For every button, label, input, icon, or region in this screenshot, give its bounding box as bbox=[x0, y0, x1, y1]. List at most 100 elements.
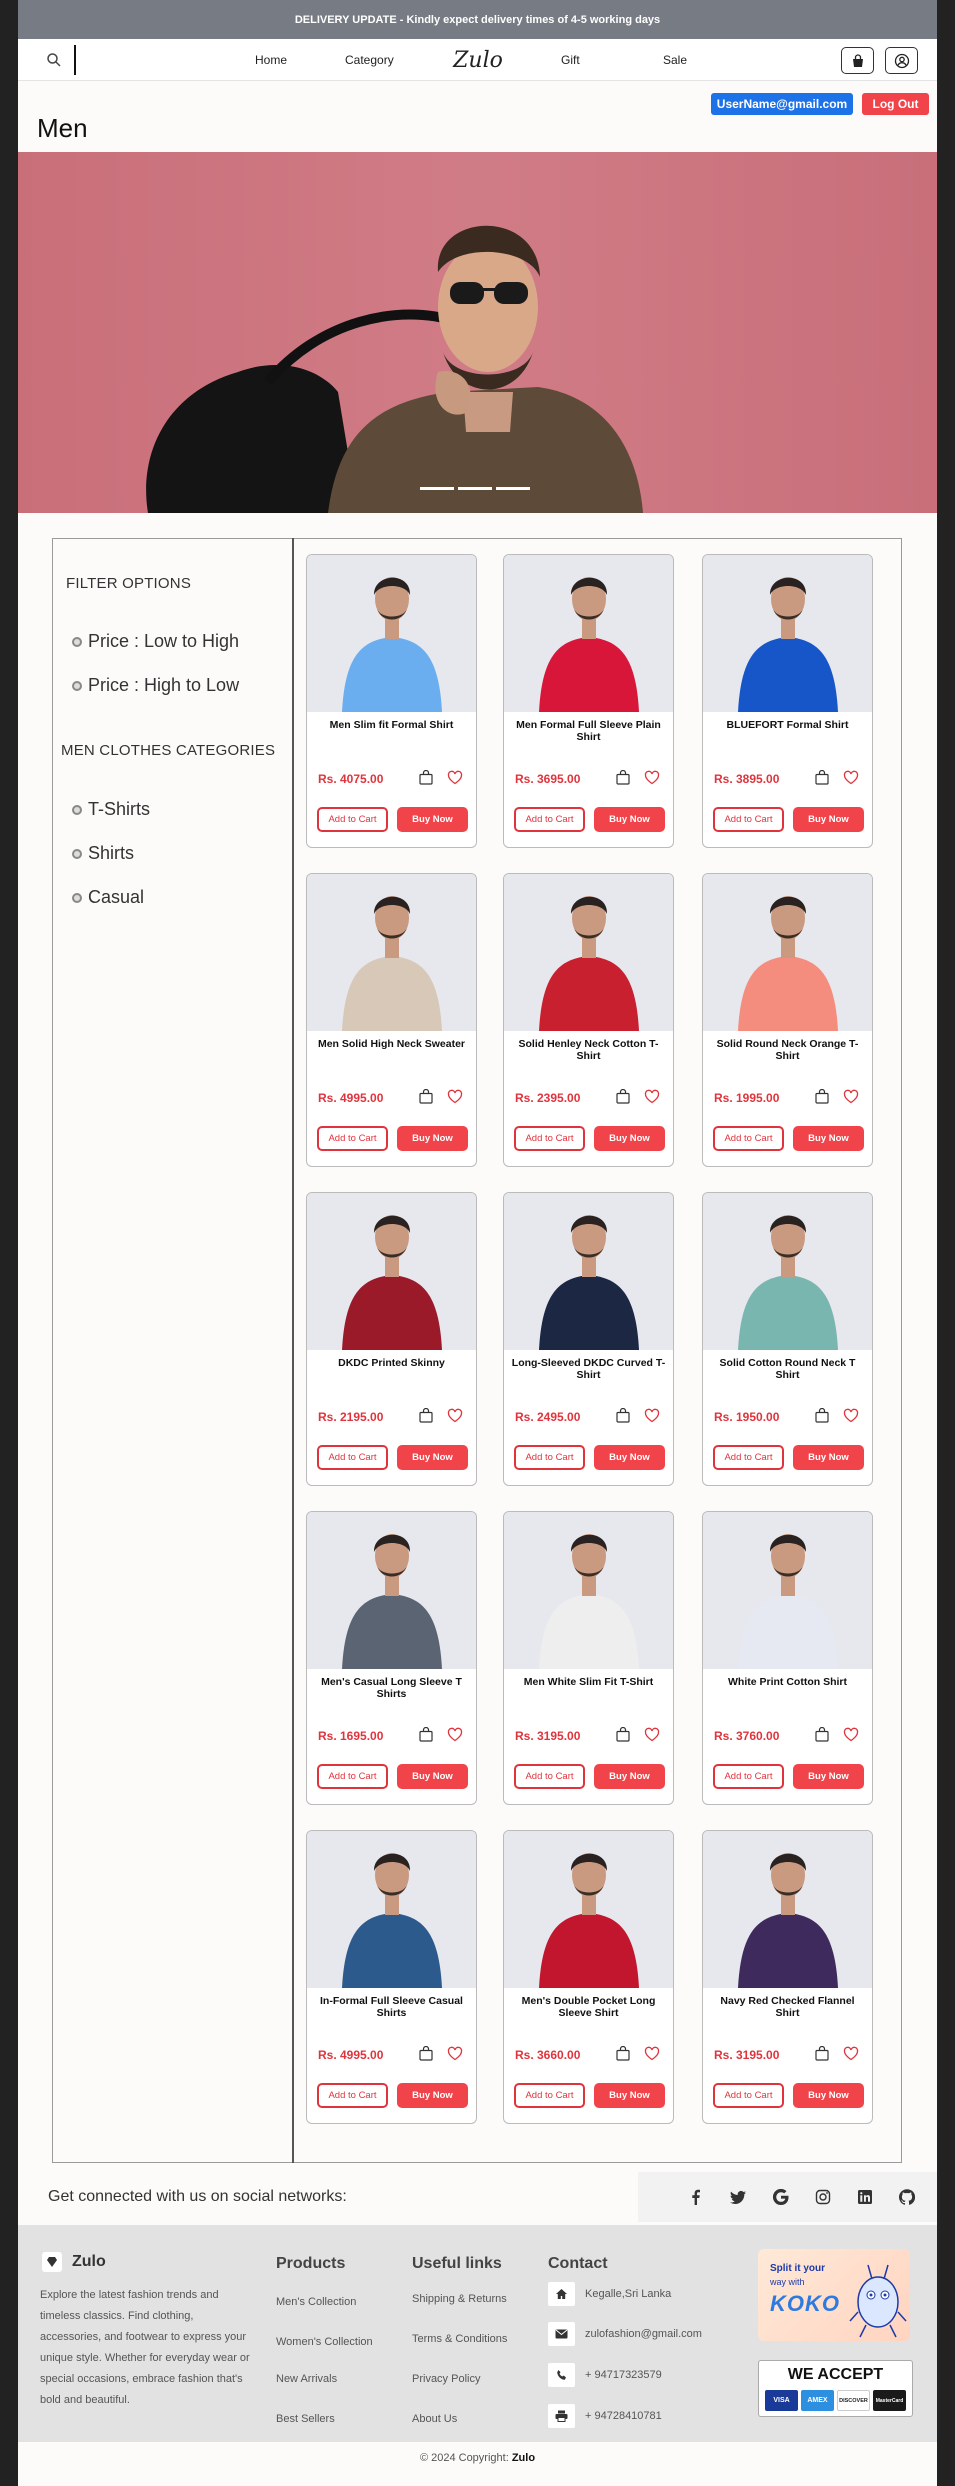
filter-price-high-low[interactable]: Price : High to Low bbox=[72, 675, 239, 696]
shopping-bag-icon[interactable] bbox=[616, 1089, 630, 1104]
add-to-cart-button[interactable]: Add to Cart bbox=[317, 1764, 388, 1789]
product-image[interactable] bbox=[307, 555, 476, 712]
add-to-cart-button[interactable]: Add to Cart bbox=[713, 2083, 784, 2108]
shopping-bag-icon[interactable] bbox=[815, 770, 829, 785]
product-name[interactable]: Men's Double Pocket Long Sleeve Shirt bbox=[510, 1995, 667, 2019]
search-icon[interactable] bbox=[46, 52, 62, 68]
buy-now-button[interactable]: Buy Now bbox=[594, 807, 665, 832]
add-to-cart-button[interactable]: Add to Cart bbox=[317, 1126, 388, 1151]
nav-link-sale[interactable]: Sale bbox=[663, 53, 687, 67]
product-name[interactable]: BLUEFORT Formal Shirt bbox=[709, 719, 866, 731]
shopping-bag-icon[interactable] bbox=[419, 2046, 433, 2061]
product-card[interactable]: Men's Casual Long Sleeve T Shirts Rs. 169… bbox=[306, 1511, 477, 1805]
buy-now-button[interactable]: Buy Now bbox=[793, 1126, 864, 1151]
product-image[interactable] bbox=[703, 874, 872, 1031]
product-card[interactable]: BLUEFORT Formal Shirt Rs. 3895.00 Add to C… bbox=[702, 554, 873, 848]
twitter-icon[interactable] bbox=[730, 2189, 746, 2205]
footer-link-shipping[interactable]: Shipping & Returns bbox=[412, 2293, 507, 2305]
shopping-bag-icon[interactable] bbox=[419, 1408, 433, 1423]
product-card[interactable]: Men Solid High Neck Sweater Rs. 4995.00 Ad… bbox=[306, 873, 477, 1167]
facebook-icon[interactable] bbox=[688, 2189, 704, 2205]
category-shirts[interactable]: Shirts bbox=[72, 843, 134, 864]
buy-now-button[interactable]: Buy Now bbox=[594, 1445, 665, 1470]
product-name[interactable]: Navy Red Checked Flannel Shirt bbox=[709, 1995, 866, 2019]
buy-now-button[interactable]: Buy Now bbox=[793, 1445, 864, 1470]
buy-now-button[interactable]: Buy Now bbox=[793, 2083, 864, 2108]
heart-icon[interactable] bbox=[447, 1089, 463, 1104]
add-to-cart-button[interactable]: Add to Cart bbox=[713, 1445, 784, 1470]
buy-now-button[interactable]: Buy Now bbox=[594, 1764, 665, 1789]
product-name[interactable]: Solid Round Neck Orange T-Shirt bbox=[709, 1038, 866, 1062]
koko-promo[interactable]: Split it your way with KOKO bbox=[758, 2249, 910, 2341]
buy-now-button[interactable]: Buy Now bbox=[793, 807, 864, 832]
product-image[interactable] bbox=[307, 1831, 476, 1988]
footer-link-mens[interactable]: Men's Collection bbox=[276, 2296, 356, 2308]
product-card[interactable]: In-Formal Full Sleeve Casual Shirts Rs. 4… bbox=[306, 1830, 477, 2124]
product-card[interactable]: Men's Double Pocket Long Sleeve Shirt Rs.… bbox=[503, 1830, 674, 2124]
search-input[interactable] bbox=[74, 45, 76, 75]
footer-link-privacy[interactable]: Privacy Policy bbox=[412, 2373, 480, 2385]
add-to-cart-button[interactable]: Add to Cart bbox=[317, 2083, 388, 2108]
heart-icon[interactable] bbox=[843, 2046, 859, 2061]
buy-now-button[interactable]: Buy Now bbox=[793, 1764, 864, 1789]
filter-price-low-high[interactable]: Price : Low to High bbox=[72, 631, 239, 652]
shopping-bag-icon[interactable] bbox=[616, 2046, 630, 2061]
site-logo[interactable]: Zulo bbox=[453, 43, 503, 77]
add-to-cart-button[interactable]: Add to Cart bbox=[317, 807, 388, 832]
radio-icon[interactable] bbox=[72, 804, 82, 815]
product-name[interactable]: Solid Henley Neck Cotton T-Shirt bbox=[510, 1038, 667, 1062]
nav-link-gift[interactable]: Gift bbox=[561, 53, 580, 67]
heart-icon[interactable] bbox=[447, 770, 463, 785]
shopping-bag-icon[interactable] bbox=[815, 2046, 829, 2061]
hero-carousel[interactable] bbox=[18, 152, 937, 513]
product-name[interactable]: DKDC Printed Skinny bbox=[313, 1357, 470, 1369]
instagram-icon[interactable] bbox=[815, 2189, 831, 2205]
cart-button[interactable] bbox=[841, 47, 874, 74]
footer-link-about[interactable]: About Us bbox=[412, 2413, 457, 2425]
google-icon[interactable] bbox=[773, 2189, 789, 2205]
product-name[interactable]: Men Slim fit Formal Shirt bbox=[313, 719, 470, 731]
product-image[interactable] bbox=[504, 874, 673, 1031]
heart-icon[interactable] bbox=[644, 1089, 660, 1104]
radio-icon[interactable] bbox=[72, 892, 82, 903]
account-button[interactable] bbox=[885, 47, 918, 74]
product-card[interactable]: Men Formal Full Sleeve Plain Shirt Rs. 36… bbox=[503, 554, 674, 848]
shopping-bag-icon[interactable] bbox=[815, 1408, 829, 1423]
product-name[interactable]: Men Formal Full Sleeve Plain Shirt bbox=[510, 719, 667, 743]
radio-icon[interactable] bbox=[72, 636, 82, 647]
footer-link-best-sellers[interactable]: Best Sellers bbox=[276, 2413, 335, 2425]
heart-icon[interactable] bbox=[644, 1727, 660, 1742]
product-image[interactable] bbox=[703, 1831, 872, 1988]
linkedin-icon[interactable] bbox=[857, 2189, 873, 2205]
product-image[interactable] bbox=[307, 1512, 476, 1669]
shopping-bag-icon[interactable] bbox=[616, 1727, 630, 1742]
footer-link-womens[interactable]: Women's Collection bbox=[276, 2336, 373, 2348]
product-card[interactable]: DKDC Printed Skinny Rs. 2195.00 Add to Car… bbox=[306, 1192, 477, 1486]
add-to-cart-button[interactable]: Add to Cart bbox=[514, 1126, 585, 1151]
buy-now-button[interactable]: Buy Now bbox=[397, 2083, 468, 2108]
product-card[interactable]: Men Slim fit Formal Shirt Rs. 4075.00 Add … bbox=[306, 554, 477, 848]
carousel-indicator-2[interactable] bbox=[458, 487, 492, 490]
heart-icon[interactable] bbox=[644, 2046, 660, 2061]
nav-link-home[interactable]: Home bbox=[255, 53, 287, 67]
carousel-indicator-3[interactable] bbox=[496, 487, 530, 490]
nav-link-category[interactable]: Category bbox=[345, 53, 394, 67]
product-image[interactable] bbox=[504, 555, 673, 712]
footer-link-new-arrivals[interactable]: New Arrivals bbox=[276, 2373, 337, 2385]
product-card[interactable]: Navy Red Checked Flannel Shirt Rs. 3195.0… bbox=[702, 1830, 873, 2124]
add-to-cart-button[interactable]: Add to Cart bbox=[514, 2083, 585, 2108]
product-image[interactable] bbox=[504, 1831, 673, 1988]
product-image[interactable] bbox=[307, 1193, 476, 1350]
shopping-bag-icon[interactable] bbox=[419, 1089, 433, 1104]
add-to-cart-button[interactable]: Add to Cart bbox=[317, 1445, 388, 1470]
heart-icon[interactable] bbox=[447, 1727, 463, 1742]
product-name[interactable]: Solid Cotton Round Neck T Shirt bbox=[709, 1357, 866, 1381]
product-name[interactable]: Men's Casual Long Sleeve T Shirts bbox=[313, 1676, 470, 1700]
heart-icon[interactable] bbox=[843, 1089, 859, 1104]
product-image[interactable] bbox=[307, 874, 476, 1031]
radio-icon[interactable] bbox=[72, 680, 82, 691]
shopping-bag-icon[interactable] bbox=[616, 1408, 630, 1423]
buy-now-button[interactable]: Buy Now bbox=[594, 1126, 665, 1151]
buy-now-button[interactable]: Buy Now bbox=[397, 807, 468, 832]
add-to-cart-button[interactable]: Add to Cart bbox=[514, 1445, 585, 1470]
